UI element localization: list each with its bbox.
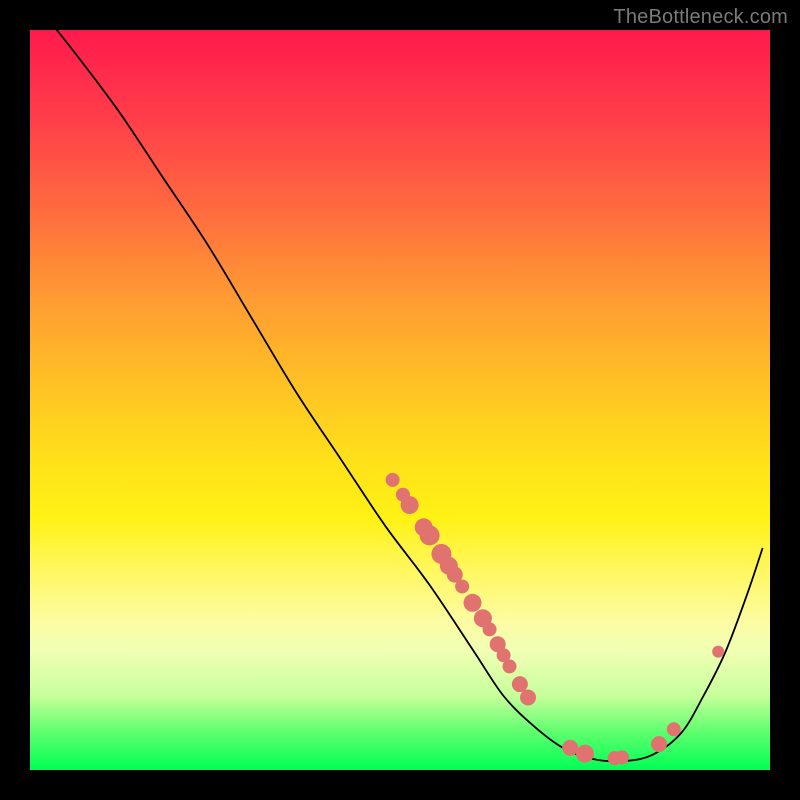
scatter-point [667,722,681,736]
scatter-point [712,646,724,658]
attribution-label: TheBottleneck.com [613,6,788,29]
scatter-points [386,473,725,765]
scatter-point [455,579,469,593]
scatter-point [576,745,594,763]
chart-frame: TheBottleneck.com [0,0,800,800]
chart-svg [30,30,770,770]
chart-plot-area [30,30,770,770]
scatter-point [615,750,629,764]
curve-line [45,30,763,761]
scatter-point [420,525,440,545]
scatter-point [483,622,497,636]
scatter-point [562,740,578,756]
scatter-point [651,736,667,752]
scatter-point [401,496,419,514]
scatter-point [503,659,517,673]
scatter-point [520,689,536,705]
scatter-point [386,473,400,487]
scatter-point [464,594,482,612]
scatter-point [512,676,528,692]
